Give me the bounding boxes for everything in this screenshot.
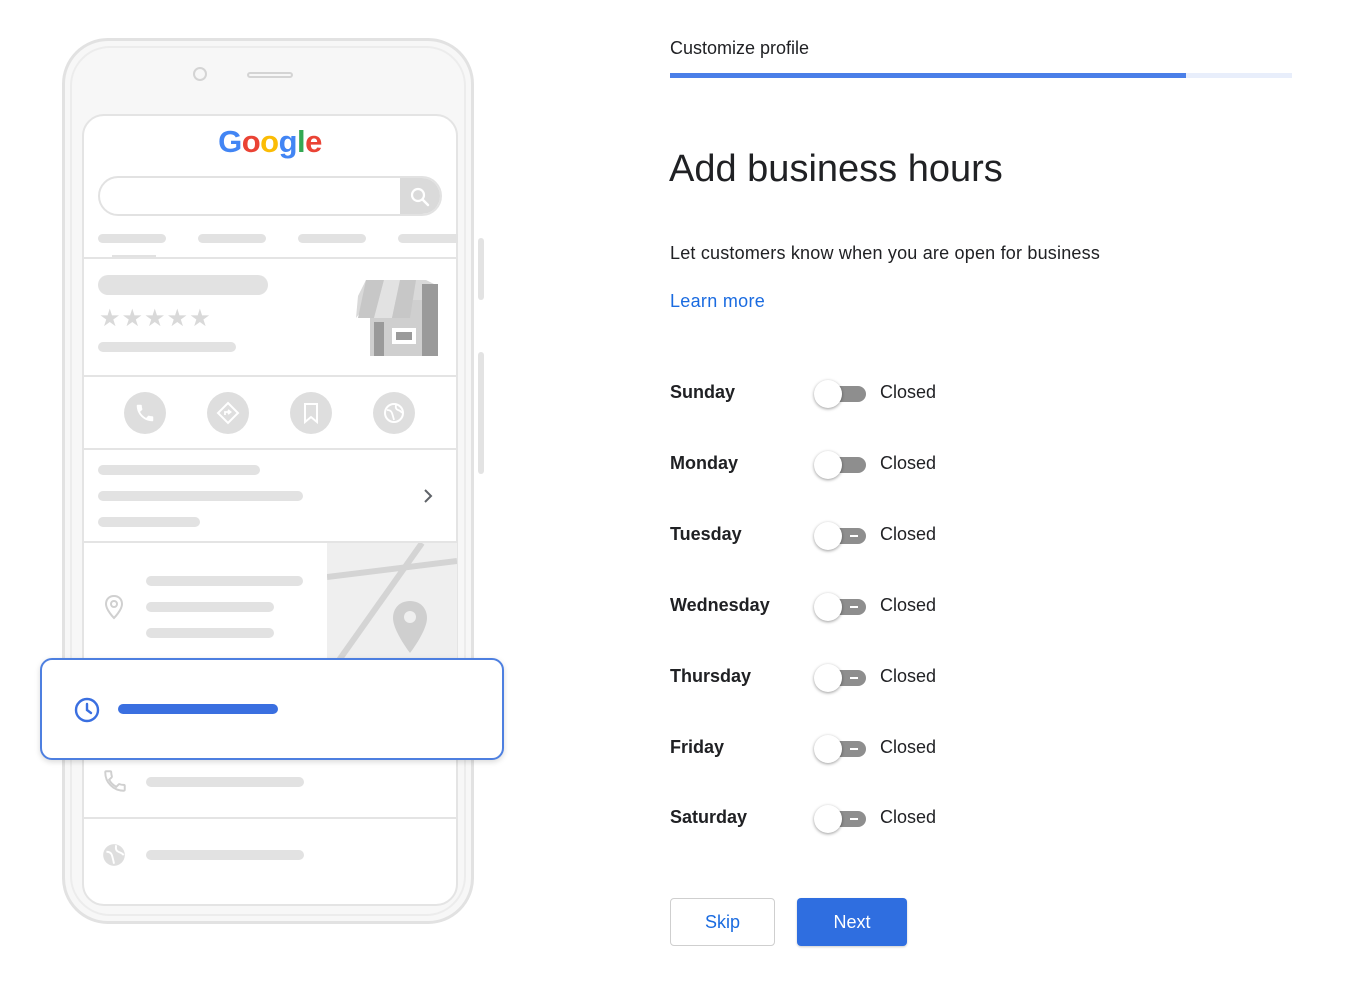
- search-bar-illustration: [98, 176, 442, 216]
- storefront-icon: [356, 278, 442, 363]
- day-open-toggle[interactable]: [814, 735, 870, 763]
- text-placeholder: [146, 628, 274, 638]
- day-status: Closed: [880, 382, 937, 402]
- website-icon: [373, 392, 415, 434]
- logo-letter: G: [218, 124, 242, 159]
- day-name: Friday: [670, 737, 725, 757]
- step-label: Customize profile: [670, 38, 810, 58]
- bookmark-icon: [290, 392, 332, 434]
- hours-placeholder-bar: [118, 704, 278, 714]
- toggle-knob: [814, 664, 842, 692]
- day-name: Wednesday: [670, 595, 770, 615]
- text-placeholder: [98, 517, 200, 527]
- phone-camera: [193, 67, 207, 81]
- day-status: Closed: [880, 453, 937, 473]
- day-open-toggle[interactable]: [814, 805, 870, 833]
- day-status: Closed: [880, 595, 937, 615]
- day-row-wednesday: Wednesday Closed: [670, 585, 1070, 625]
- logo-letter: e: [305, 124, 322, 159]
- toggle-knob: [814, 380, 842, 408]
- progress-fill: [670, 73, 1187, 78]
- skip-button[interactable]: Skip: [670, 898, 775, 946]
- toggle-off-mark: [850, 748, 858, 750]
- divider: [83, 817, 457, 819]
- text-placeholder: [98, 465, 260, 475]
- text-placeholder: [146, 777, 304, 787]
- divider: [83, 448, 457, 450]
- text-placeholder: [98, 491, 303, 501]
- location-pin-icon: [104, 594, 124, 625]
- day-name: Tuesday: [670, 524, 742, 544]
- phone-icon: [124, 392, 166, 434]
- directions-icon: [207, 392, 249, 434]
- day-open-toggle[interactable]: [814, 593, 870, 621]
- day-open-toggle[interactable]: [814, 664, 870, 692]
- logo-letter: o: [241, 124, 261, 159]
- text-placeholder: [146, 602, 274, 612]
- page-subtitle: Let customers know when you are open for…: [670, 243, 1101, 263]
- google-logo: Google: [0, 124, 540, 160]
- day-name: Saturday: [670, 807, 748, 827]
- day-name: Thursday: [670, 666, 752, 686]
- day-status: Closed: [880, 666, 937, 686]
- day-row-sunday: Sunday Closed: [670, 372, 1070, 412]
- rating-stars: ★★★★★: [99, 305, 212, 332]
- toggle-knob: [814, 522, 842, 550]
- day-row-saturday: Saturday Closed: [670, 797, 1070, 837]
- logo-letter: l: [297, 124, 306, 159]
- clock-icon: [73, 696, 101, 729]
- progress-bar: [670, 73, 1292, 78]
- category-placeholder: [98, 342, 236, 352]
- page-title: Add business hours: [669, 148, 1003, 190]
- day-status: Closed: [880, 737, 937, 757]
- tab-placeholder: [98, 234, 166, 243]
- day-open-toggle[interactable]: [814, 380, 870, 408]
- divider: [83, 375, 457, 377]
- day-open-toggle[interactable]: [814, 451, 870, 479]
- logo-letter: o: [260, 124, 279, 159]
- toggle-off-mark: [850, 818, 858, 820]
- toggle-knob: [814, 735, 842, 763]
- logo-letter: g: [278, 124, 298, 159]
- day-status: Closed: [880, 807, 937, 827]
- next-button[interactable]: Next: [797, 898, 907, 946]
- map-thumbnail: [327, 543, 457, 663]
- toggle-off-mark: [850, 606, 858, 608]
- day-row-tuesday: Tuesday Closed: [670, 514, 1070, 554]
- phone-icon: [102, 768, 128, 799]
- text-placeholder: [146, 576, 303, 586]
- phone-side-button: [478, 352, 484, 474]
- toggle-knob: [814, 805, 842, 833]
- tab-placeholder: [398, 234, 458, 243]
- day-row-friday: Friday Closed: [670, 727, 1070, 767]
- day-name: Sunday: [670, 382, 736, 402]
- day-status: Closed: [880, 524, 937, 544]
- toggle-knob: [814, 593, 842, 621]
- toggle-off-mark: [850, 677, 858, 679]
- text-placeholder: [146, 850, 304, 860]
- divider: [83, 257, 457, 259]
- toggle-knob: [814, 451, 842, 479]
- day-row-thursday: Thursday Closed: [670, 656, 1070, 696]
- chevron-right-icon: [420, 486, 436, 511]
- search-icon: [400, 178, 440, 214]
- phone-screen: [82, 114, 458, 906]
- tab-placeholder: [198, 234, 266, 243]
- day-open-toggle[interactable]: [814, 522, 870, 550]
- website-icon: [101, 842, 127, 873]
- toggle-off-mark: [850, 535, 858, 537]
- phone-side-button: [478, 238, 484, 300]
- tab-placeholder: [298, 234, 366, 243]
- day-row-monday: Monday Closed: [670, 443, 1070, 483]
- learn-more-link[interactable]: Learn more: [670, 291, 765, 312]
- business-name-placeholder: [98, 275, 268, 295]
- phone-speaker: [247, 72, 293, 78]
- day-name: Monday: [670, 453, 739, 473]
